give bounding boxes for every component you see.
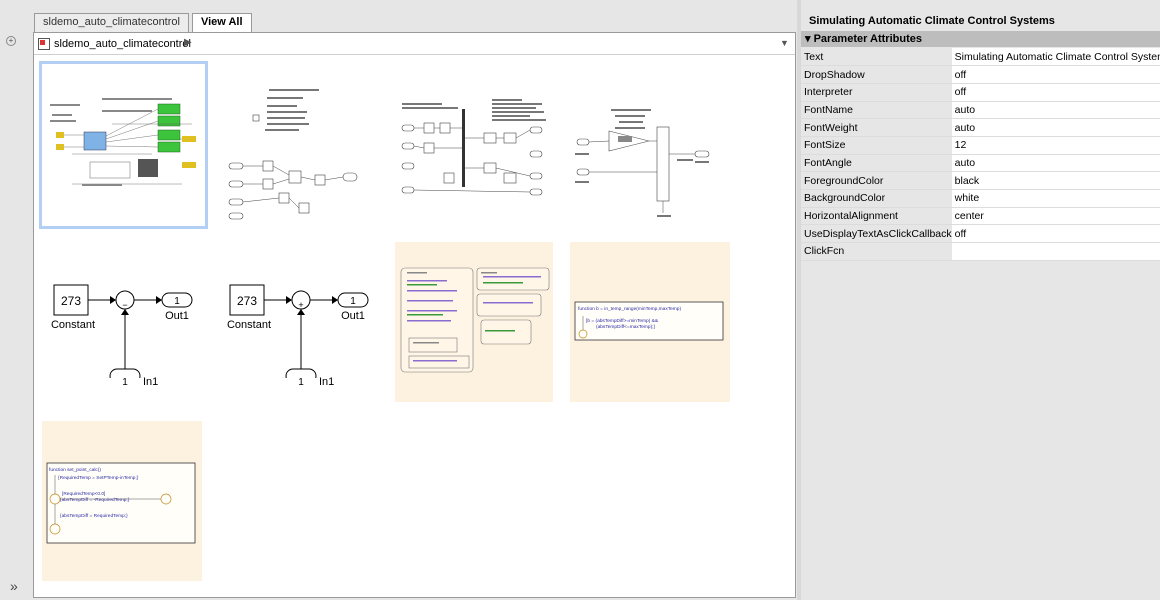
breadcrumb-item-model[interactable]: sldemo_auto_climatecontrol — [54, 38, 191, 50]
double-chevron-right-icon[interactable]: » — [10, 578, 18, 594]
property-value[interactable]: center — [951, 207, 1160, 226]
thumbnail-function-in-temp-range[interactable]: function b = in_temp_range(minTemp,maxTe… — [570, 242, 730, 402]
property-inspector: Simulating Automatic Climate Control Sys… — [801, 12, 1160, 600]
property-value[interactable]: white — [951, 189, 1160, 208]
constant-value: 273 — [237, 294, 257, 308]
tab-model[interactable]: sldemo_auto_climatecontrol — [34, 13, 189, 33]
property-name: Interpreter — [801, 83, 952, 102]
property-row[interactable]: HorizontalAlignment center — [801, 207, 1160, 226]
property-name: DropShadow — [801, 65, 952, 84]
model-icon — [38, 38, 50, 50]
property-name: FontName — [801, 101, 952, 120]
constant-label: Constant — [51, 319, 95, 331]
property-value[interactable] — [951, 242, 1160, 261]
thumbnail-constant-subtract[interactable]: 273 Constant − 1 Out1 1 In1 — [44, 273, 209, 388]
property-table: Text Simulating Automatic Climate Control… — [801, 48, 1160, 261]
function-body-line: (absTempDiff<=maxTemp);] — [596, 324, 655, 330]
property-value[interactable]: off — [951, 224, 1160, 244]
property-row[interactable]: FontName auto — [801, 101, 1160, 120]
property-row[interactable]: Interpreter off — [801, 83, 1160, 102]
subsystem-preview — [575, 109, 710, 217]
property-row[interactable]: Text Simulating Automatic Climate Control… — [801, 48, 1160, 67]
function-body-line: {RequiredTemp = SetPTemp-inTemp;} — [58, 475, 139, 481]
property-name: UseDisplayTextAsClickCallback — [801, 224, 952, 244]
outport-number: 1 — [350, 296, 356, 307]
chevron-down-icon[interactable]: ▼ — [780, 38, 789, 48]
property-name: HorizontalAlignment — [801, 207, 952, 226]
outport-label: Out1 — [165, 310, 189, 322]
stateflow-preview — [400, 267, 550, 373]
subsystem-preview: 273 Constant − 1 Out1 — [51, 284, 193, 384]
property-name: FontWeight — [801, 118, 952, 137]
property-row[interactable]: FontSize 12 — [801, 136, 1160, 155]
inport-number: 1 — [298, 377, 304, 388]
function-body-line: [b = (absTempDiff>=minTemp) && — [586, 318, 659, 324]
function-signature: function b = in_temp_range(minTemp,maxTe… — [578, 306, 681, 312]
property-row[interactable]: UseDisplayTextAsClickCallback off — [801, 224, 1160, 244]
property-name: FontAngle — [801, 154, 952, 173]
left-gutter: + » — [0, 0, 30, 600]
property-row[interactable]: BackgroundColor white — [801, 189, 1160, 208]
property-value[interactable]: off — [951, 65, 1160, 84]
chevron-right-icon[interactable]: ▶ — [184, 37, 192, 48]
inport-label: In1 — [143, 376, 158, 388]
thumbnail-stateflow-chart[interactable] — [395, 242, 553, 402]
thumbnail-top-model[interactable] — [39, 61, 208, 229]
triangle-down-icon: ▾ — [805, 33, 814, 45]
property-value[interactable]: 12 — [951, 136, 1160, 155]
inport-block: 1 In1 — [122, 376, 158, 388]
thumbnail-function-set-point-calc[interactable]: function set_point_calc() {RequiredTemp … — [42, 421, 202, 581]
sum-operator: + — [298, 300, 303, 310]
tab-bar: sldemo_auto_climatecontrol View All — [34, 13, 252, 33]
sum-operator: − — [122, 300, 127, 310]
inport-label: In1 — [319, 376, 334, 388]
property-row[interactable]: FontAngle auto — [801, 154, 1160, 173]
section-header-parameter-attributes[interactable]: ▾ Parameter Attributes — [801, 31, 1160, 47]
property-row[interactable]: FontWeight auto — [801, 118, 1160, 137]
section-title: Parameter Attributes — [813, 33, 922, 45]
function-body-line: {absTempDiff = RequiredTemp;} — [60, 513, 128, 519]
property-value[interactable]: Simulating Automatic Climate Control Sys… — [951, 48, 1160, 67]
property-value[interactable]: black — [951, 171, 1160, 190]
subsystem-preview: 273 Constant + 1 Out1 — [227, 284, 369, 384]
diagram-canvas[interactable]: sldemo_auto_climatecontrol ▶ ▼ 273 Const… — [33, 32, 796, 598]
property-value[interactable]: off — [951, 83, 1160, 102]
property-name: FontSize — [801, 136, 952, 155]
property-value[interactable]: auto — [951, 154, 1160, 173]
subsystem-preview — [401, 99, 546, 196]
function-body-line: {absTempDiff = -RequiredTemp;} — [60, 497, 130, 503]
thumbnail-subsystem-controller[interactable] — [394, 63, 559, 228]
thumbnail-constant-add[interactable]: 273 Constant + 1 Out1 1 In1 — [220, 273, 385, 388]
outport-label: Out1 — [341, 310, 365, 322]
constant-value: 273 — [61, 294, 81, 308]
property-name: BackgroundColor — [801, 189, 952, 208]
function-preview: function b = in_temp_range(minTemp,maxTe… — [574, 301, 724, 341]
property-row[interactable]: ClickFcn — [801, 242, 1160, 261]
function-preview: function set_point_calc() {RequiredTemp … — [46, 462, 196, 544]
panel-title: Simulating Automatic Climate Control Sys… — [809, 15, 1055, 27]
model-preview — [42, 64, 205, 226]
property-name: ForegroundColor — [801, 171, 952, 190]
inport-block: 1 In1 — [298, 376, 334, 388]
breadcrumb: sldemo_auto_climatecontrol ▶ ▼ — [34, 33, 795, 55]
function-signature: function set_point_calc() — [49, 467, 101, 473]
property-row[interactable]: ForegroundColor black — [801, 171, 1160, 190]
function-condition: [RequiredTemp<0.0] — [62, 491, 105, 497]
property-row[interactable]: DropShadow off — [801, 65, 1160, 84]
constant-label: Constant — [227, 319, 271, 331]
expand-icon[interactable]: + — [6, 36, 16, 46]
outport-number: 1 — [174, 296, 180, 307]
property-name: Text — [801, 48, 952, 67]
property-value[interactable]: auto — [951, 101, 1160, 120]
property-name: ClickFcn — [801, 242, 952, 261]
property-value[interactable]: auto — [951, 118, 1160, 137]
tab-view-all[interactable]: View All — [191, 13, 252, 33]
subsystem-preview — [228, 89, 358, 220]
inport-number: 1 — [122, 377, 128, 388]
thumbnail-subsystem-heater[interactable] — [219, 63, 379, 228]
thumbnail-subsystem-temp[interactable] — [569, 63, 734, 228]
